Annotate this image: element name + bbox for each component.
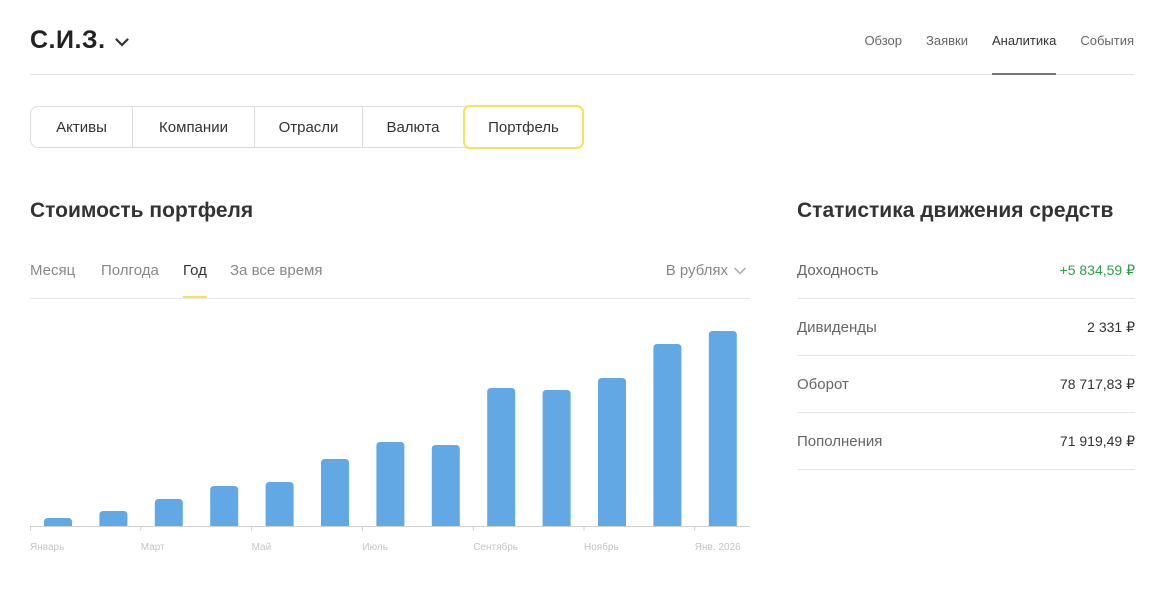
stat-row-deposits: Пополнения 71 919,49 ₽ bbox=[797, 413, 1135, 470]
account-title: С.И.З. bbox=[30, 26, 106, 54]
tab-portfolio[interactable]: Портфель bbox=[463, 105, 584, 149]
period-year[interactable]: Год bbox=[183, 262, 207, 298]
portfolio-bar-chart: Январь Март Май Июль Сентябрь Ноябрь Янв. 2026 bbox=[30, 331, 750, 553]
period-month[interactable]: Месяц bbox=[30, 262, 75, 279]
stats-table: Доходность +5 834,59 ₽ Дивиденды 2 331 ₽… bbox=[797, 242, 1135, 470]
stat-value: +5 834,59 ₽ bbox=[1059, 261, 1135, 278]
stats-title: Статистика движения средств bbox=[797, 199, 1114, 222]
main-nav: Обзор Заявки Аналитика События bbox=[840, 0, 1134, 75]
nav-overview[interactable]: Обзор bbox=[864, 0, 902, 74]
x-tick-label: Май bbox=[252, 542, 272, 553]
currency-dropdown[interactable]: В рублях bbox=[666, 262, 746, 279]
x-tick-label: Янв. 2026 bbox=[695, 542, 741, 553]
nav-events[interactable]: События bbox=[1080, 0, 1134, 74]
stat-value: 71 919,49 ₽ bbox=[1059, 432, 1135, 449]
stat-value: 78 717,83 ₽ bbox=[1059, 375, 1135, 392]
stat-label: Дивиденды bbox=[797, 318, 877, 336]
chart-bar bbox=[265, 482, 294, 526]
chart-bar bbox=[210, 486, 239, 526]
currency-label: В рублях bbox=[665, 262, 728, 279]
stat-row-dividends: Дивиденды 2 331 ₽ bbox=[797, 299, 1135, 356]
x-tick-label: Январь bbox=[30, 542, 64, 553]
x-tick-label: Июль bbox=[362, 542, 388, 553]
chart-bar bbox=[653, 344, 682, 526]
chart-bar bbox=[598, 378, 626, 526]
chart-bar bbox=[542, 390, 571, 526]
chart-bar bbox=[376, 442, 405, 526]
nav-orders[interactable]: Заявки bbox=[926, 0, 968, 74]
chart-bar bbox=[44, 518, 72, 526]
chart-bar bbox=[431, 445, 460, 526]
tab-companies[interactable]: Компании bbox=[132, 107, 254, 147]
stat-value: 2 331 ₽ bbox=[1087, 318, 1135, 335]
chevron-down-icon bbox=[114, 34, 129, 52]
chart-bar bbox=[99, 511, 128, 526]
analytics-tabs: Активы Компании Отрасли Валюта Портфель bbox=[30, 105, 584, 149]
chart-bar bbox=[708, 331, 737, 526]
x-tick-label: Ноябрь bbox=[584, 541, 619, 553]
x-tick-label: Март bbox=[141, 542, 165, 553]
period-half-year[interactable]: Полгода bbox=[101, 262, 159, 279]
tab-industries[interactable]: Отрасли bbox=[254, 107, 362, 147]
top-bar: С.И.З. Обзор Заявки Аналитика События bbox=[30, 0, 1134, 75]
stat-row-turnover: Оборот 78 717,83 ₽ bbox=[797, 356, 1135, 413]
stat-label: Оборот bbox=[797, 375, 849, 393]
chart-bar bbox=[487, 388, 516, 526]
nav-analytics[interactable]: Аналитика bbox=[991, 0, 1057, 75]
stat-label: Пополнения bbox=[797, 432, 883, 450]
tab-assets[interactable]: Активы bbox=[31, 107, 132, 147]
chart-bar bbox=[154, 499, 183, 526]
account-selector[interactable]: С.И.З. bbox=[30, 26, 129, 55]
x-tick-label: Сентябрь bbox=[473, 541, 518, 553]
period-selector: Месяц Полгода Год За все время В рублях bbox=[30, 262, 750, 299]
period-all-time[interactable]: За все время bbox=[230, 262, 322, 279]
chevron-down-icon bbox=[728, 262, 746, 279]
stat-label: Доходность bbox=[797, 261, 879, 279]
stat-row-yield: Доходность +5 834,59 ₽ bbox=[797, 242, 1135, 299]
tab-currency[interactable]: Валюта bbox=[362, 107, 463, 147]
chart-bar bbox=[321, 459, 349, 526]
portfolio-title: Стоимость портфеля bbox=[30, 199, 254, 222]
